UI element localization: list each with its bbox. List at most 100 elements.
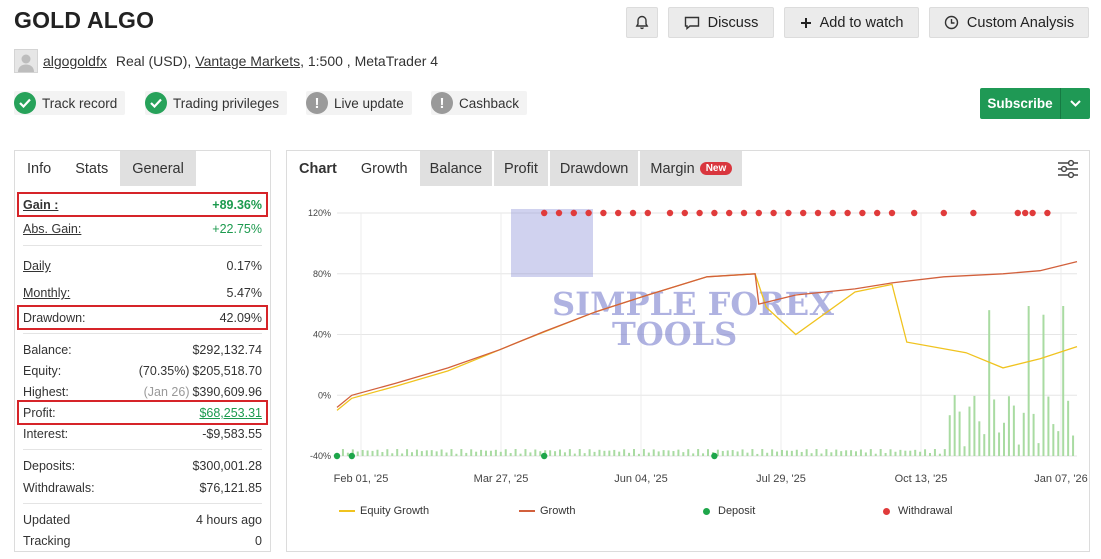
badge-label: Live update — [334, 95, 404, 111]
account-type: Real (USD), — [115, 53, 192, 69]
notifications-button[interactable] — [626, 7, 658, 38]
volume-bar — [430, 450, 433, 456]
tab-balance[interactable]: Balance — [419, 151, 493, 186]
check-icon — [145, 92, 167, 114]
badge-track-record[interactable]: Track record — [14, 91, 126, 115]
volume-bar — [618, 451, 621, 456]
volume-bar — [411, 452, 413, 456]
volume-bar — [810, 453, 813, 456]
custom-analysis-button[interactable]: Custom Analysis — [929, 7, 1089, 38]
volume-bar — [667, 450, 670, 456]
badge-cashback[interactable]: ! Cashback — [431, 91, 528, 115]
volume-bar — [450, 449, 453, 456]
withdrawal-point — [1014, 209, 1021, 217]
volume-bar — [983, 434, 986, 456]
volume-bar — [731, 450, 734, 456]
stat-deposits: Deposits: $300,001.28 — [23, 459, 262, 473]
y-tick-label: 0% — [318, 390, 331, 400]
volume-bar — [781, 449, 783, 456]
volume-bar — [736, 451, 739, 456]
tab-margin-label: Margin — [650, 160, 695, 177]
tab-growth[interactable]: Growth — [351, 151, 418, 186]
volume-bar — [371, 450, 374, 456]
volume-bar — [440, 449, 443, 456]
tab-margin[interactable]: Margin New — [640, 151, 743, 186]
volume-bar — [1037, 443, 1040, 456]
volume-bar — [919, 451, 922, 456]
volume-bar — [485, 450, 487, 456]
withdrawal-point — [711, 209, 718, 217]
volume-bar — [539, 451, 542, 456]
volume-bar — [642, 449, 645, 456]
volume-bar — [963, 446, 966, 456]
volume-bar — [953, 395, 956, 456]
withdrawal-point — [829, 209, 836, 217]
stat-drawdown: Drawdown: 42.09% — [23, 311, 262, 325]
discuss-button[interactable]: Discuss — [668, 7, 774, 38]
subscribe-button[interactable]: Subscribe — [980, 88, 1090, 119]
withdrawal-point — [740, 209, 748, 217]
volume-bar — [504, 449, 507, 456]
withdrawal-point — [1022, 209, 1029, 217]
subscribe-label: Subscribe — [987, 96, 1053, 111]
volume-bar — [746, 452, 749, 456]
legend-growth: Growth — [519, 504, 575, 518]
volume-bar — [800, 451, 803, 456]
badge-trading-privileges[interactable]: Trading privileges — [145, 91, 288, 115]
chart-label: Chart — [299, 160, 337, 177]
volume-bar — [489, 450, 492, 456]
add-to-watch-button[interactable]: Add to watch — [784, 7, 919, 38]
volume-bar — [850, 450, 853, 456]
chevron-down-icon — [1070, 100, 1081, 107]
tab-profit[interactable]: Profit — [494, 151, 548, 186]
volume-bar — [855, 451, 857, 456]
discuss-label: Discuss — [707, 14, 759, 31]
broker-link[interactable]: Vantage Markets — [195, 53, 300, 69]
volume-bar — [726, 450, 729, 456]
withdrawal-point — [755, 209, 762, 217]
growth-chart[interactable]: 120% 80% 40% 0% -40% Feb 01, '25 Mar 27, '25 Ju… — [287, 187, 1089, 497]
subscribe-dropdown[interactable] — [1060, 88, 1090, 119]
volume-bar — [677, 449, 680, 456]
volume-bar — [672, 451, 675, 456]
badge-label: Cashback — [459, 95, 520, 111]
volume-bar — [529, 452, 532, 456]
tab-stats[interactable]: Stats — [63, 151, 120, 186]
volume-bar — [820, 453, 823, 456]
avatar[interactable] — [14, 49, 38, 73]
volume-bar — [889, 449, 892, 456]
volume-bar — [929, 452, 931, 456]
settings-sliders-icon[interactable] — [1057, 159, 1079, 179]
volume-bar — [637, 453, 640, 456]
account-leverage-platform: , 1:500 , MetaTrader 4 — [300, 53, 439, 69]
volume-bar — [721, 450, 724, 456]
volume-bar — [1057, 431, 1060, 456]
stat-abs-gain: Abs. Gain: +22.75% — [23, 222, 262, 236]
tab-drawdown[interactable]: Drawdown — [549, 151, 639, 186]
volume-bar — [998, 432, 1001, 456]
volume-bar — [687, 449, 690, 456]
volume-bar — [415, 449, 418, 456]
volume-bar — [519, 453, 522, 456]
volume-bar — [859, 449, 862, 456]
tab-info[interactable]: Info — [15, 151, 64, 186]
volume-bar — [366, 450, 369, 456]
volume-bar — [608, 450, 611, 456]
watermark-emblem — [511, 209, 593, 277]
user-link[interactable]: algogoldfx — [43, 53, 107, 69]
tab-general[interactable]: General — [120, 151, 196, 186]
withdrawal-point — [644, 209, 651, 217]
badge-live-update[interactable]: ! Live update — [306, 91, 412, 115]
withdrawal-point — [800, 209, 807, 217]
volume-bar — [702, 453, 705, 456]
deposit-point — [348, 452, 355, 460]
volume-bar — [741, 449, 744, 456]
volume-bar — [494, 449, 497, 456]
withdrawal-point — [666, 209, 674, 217]
withdrawal-point — [555, 209, 563, 217]
volume-bar — [460, 449, 463, 456]
volume-bar — [805, 449, 808, 456]
volume-bar — [652, 449, 655, 456]
bell-icon — [635, 15, 649, 30]
volume-bar — [795, 449, 798, 456]
